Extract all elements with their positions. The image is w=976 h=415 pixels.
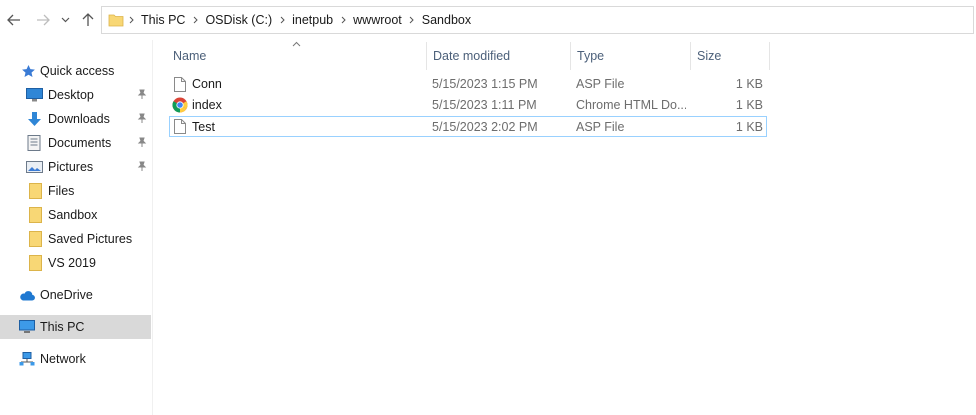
sidebar-item-sandbox[interactable]: Sandbox [0,203,151,227]
sidebar-this-pc[interactable]: This PC [0,315,151,339]
column-header-label: Size [697,49,722,63]
sidebar-label: This PC [40,320,85,334]
folder-icon [29,255,42,271]
column-divider[interactable] [570,42,571,70]
column-header-date-modified[interactable]: Date modified [433,41,510,71]
recent-locations-button[interactable] [58,10,72,30]
breadcrumb-wwwroot[interactable]: wwwroot [350,13,405,27]
column-header-label: Name [173,49,207,63]
file-type: ASP File [576,120,625,134]
sidebar-label: OneDrive [40,288,93,302]
file-row-conn[interactable]: Conn 5/15/2023 1:15 PM ASP File 1 KB [169,74,767,94]
column-header-label: Type [577,49,605,63]
pane-divider [152,40,153,415]
forward-arrow-icon [37,14,50,26]
sidebar-onedrive[interactable]: OneDrive [0,283,151,307]
back-arrow-icon [7,14,20,26]
file-size: 1 KB [735,98,763,112]
file-icon [174,119,186,134]
sidebar-item-desktop[interactable]: Desktop [0,83,151,107]
file-name: index [192,98,222,112]
column-divider[interactable] [426,42,427,70]
file-type: Chrome HTML Do... [576,98,686,112]
folder-icon [29,183,42,199]
file-date: 5/15/2023 1:11 PM [432,98,537,112]
sidebar-label: Pictures [48,160,94,174]
documents-icon [27,135,41,151]
sidebar-label: Sandbox [48,208,98,222]
breadcrumb-separator-icon[interactable] [124,16,138,24]
sidebar-label: Downloads [48,112,110,126]
file-size: 1 KB [735,77,763,91]
breadcrumb-separator-icon[interactable] [275,16,289,24]
file-row-index[interactable]: index 5/15/2023 1:11 PM Chrome HTML Do..… [169,95,767,115]
pictures-icon [26,161,43,173]
address-bar[interactable]: This PC OSDisk (C:) inetpub wwwroot Sand… [101,6,974,34]
sidebar-label: Desktop [48,88,94,102]
file-icon [174,77,186,92]
sidebar-network[interactable]: Network [0,347,151,371]
sidebar-label: VS 2019 [48,256,96,270]
folder-icon [108,14,124,27]
file-name: Test [192,120,215,134]
sidebar-item-pictures[interactable]: Pictures [0,155,151,179]
desktop-icon [26,88,43,102]
column-header-type[interactable]: Type [577,41,604,71]
downloads-icon [28,112,41,126]
sidebar-label: Documents [48,136,112,150]
computer-icon [19,320,35,333]
sidebar-item-vs-2019[interactable]: VS 2019 [0,251,151,275]
chrome-icon [172,97,188,113]
breadcrumb-separator-icon[interactable] [405,16,419,24]
breadcrumb-inetpub[interactable]: inetpub [289,13,336,27]
sidebar-item-documents[interactable]: Documents [0,131,151,155]
sidebar-label: Files [48,184,75,198]
column-header-label: Date modified [433,49,511,63]
pin-icon[interactable] [137,89,147,100]
breadcrumb-separator-icon[interactable] [188,16,202,24]
folder-icon [29,231,42,247]
sidebar-label: Saved Pictures [48,232,133,246]
column-divider[interactable] [690,42,691,70]
back-button[interactable] [5,10,23,30]
sidebar-item-saved-pictures[interactable]: Saved Pictures [0,227,151,251]
file-size: 1 KB [735,120,763,134]
pin-icon[interactable] [137,113,147,124]
sidebar-item-downloads[interactable]: Downloads [0,107,151,131]
breadcrumb-sandbox[interactable]: Sandbox [419,13,474,27]
sidebar-item-files[interactable]: Files [0,179,151,203]
sidebar-quick-access[interactable]: Quick access [0,59,151,83]
star-icon [22,64,35,77]
up-button[interactable] [79,10,97,30]
pin-icon[interactable] [137,137,147,148]
column-divider[interactable] [769,42,770,70]
breadcrumb-this-pc[interactable]: This PC [138,13,188,27]
file-name: Conn [192,77,222,91]
network-icon [19,352,35,366]
sidebar-label: Network [40,352,86,366]
forward-button[interactable] [34,10,52,30]
cloud-icon [20,290,35,301]
breadcrumb-osdisk[interactable]: OSDisk (C:) [202,13,275,27]
folder-icon [29,207,42,223]
up-arrow-icon [82,13,94,26]
column-header-size[interactable]: Size [697,41,721,71]
sort-ascending-icon [292,41,301,47]
file-row-test[interactable]: Test 5/15/2023 2:02 PM ASP File 1 KB [169,116,767,137]
column-header-name[interactable]: Name [173,41,206,71]
sidebar-label: Quick access [40,64,115,78]
chevron-down-icon [61,17,69,23]
file-date: 5/15/2023 1:15 PM [432,77,538,91]
pin-icon[interactable] [137,161,147,172]
breadcrumb-separator-icon[interactable] [336,16,350,24]
file-date: 5/15/2023 2:02 PM [432,120,538,134]
file-type: ASP File [576,77,625,91]
